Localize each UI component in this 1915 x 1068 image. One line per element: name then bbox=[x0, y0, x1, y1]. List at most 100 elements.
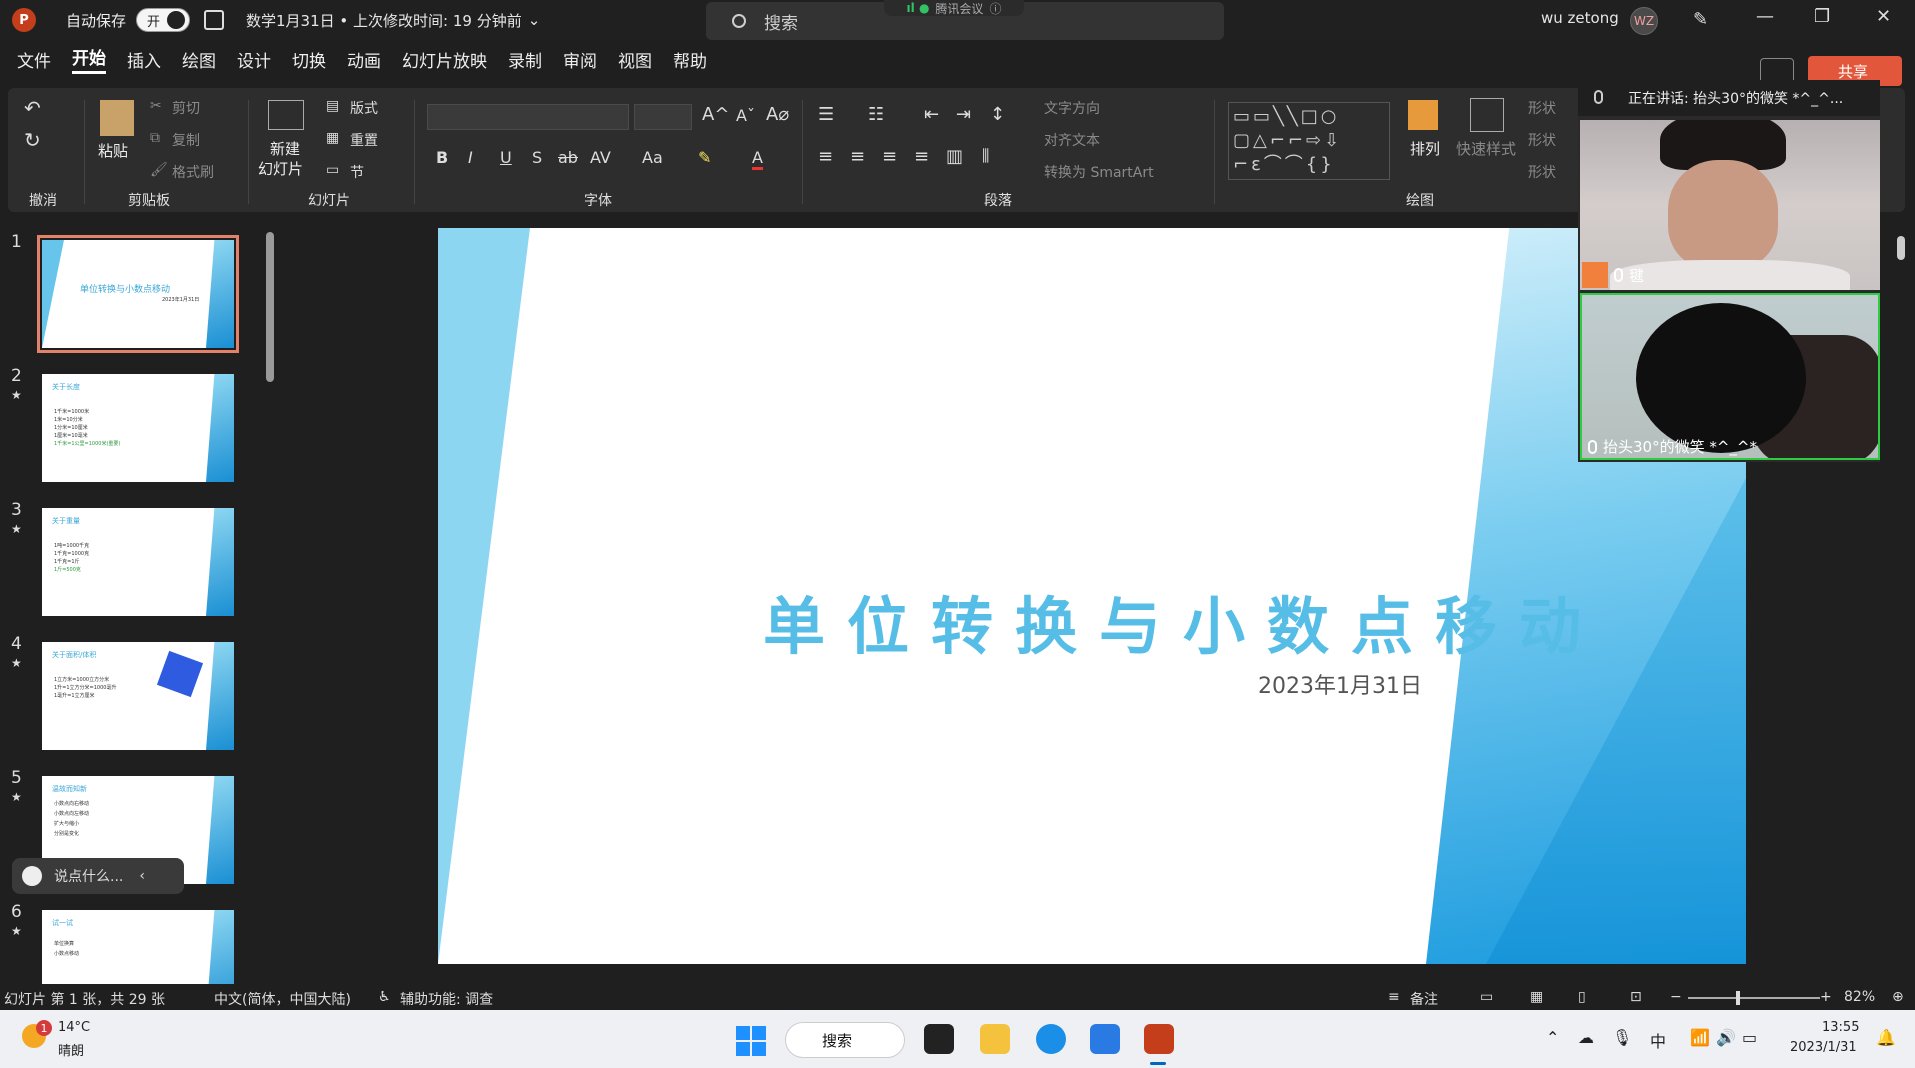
font-name-select[interactable] bbox=[427, 104, 629, 130]
zoom-slider[interactable] bbox=[1688, 997, 1820, 999]
columns-icon[interactable]: ⫼ bbox=[982, 146, 989, 166]
volume-icon[interactable]: 🔊 bbox=[1716, 1028, 1736, 1047]
menu-transitions[interactable]: 切换 bbox=[292, 47, 326, 72]
section-button[interactable]: 节 bbox=[350, 162, 364, 182]
numbering-icon[interactable]: ☷ bbox=[868, 104, 884, 125]
shapes-gallery[interactable]: ▭▭╲╲□○ ▢△⌐⌐⇨⇩ ⌐ɛ⌒⌒{} bbox=[1228, 102, 1390, 180]
restore-icon[interactable]: ❐ bbox=[1814, 6, 1830, 27]
video-tile-2[interactable] bbox=[1580, 293, 1880, 460]
new-slide-label-2[interactable]: 幻灯片 bbox=[258, 158, 303, 179]
paste-button[interactable]: 粘贴 bbox=[98, 140, 128, 161]
shape-outline-button[interactable]: 形状 bbox=[1528, 130, 1556, 150]
slide-title[interactable]: 单位转换与小数点移动 bbox=[678, 576, 1688, 666]
align-text-button[interactable]: 对齐文本 bbox=[1044, 130, 1100, 150]
shape-effects-button[interactable]: 形状 bbox=[1528, 162, 1556, 182]
clear-format-icon[interactable]: A⌀ bbox=[766, 104, 789, 125]
file-explorer-icon[interactable] bbox=[980, 1024, 1010, 1054]
underline-icon[interactable]: U bbox=[500, 148, 512, 167]
arrange-button[interactable]: 排列 bbox=[1410, 138, 1440, 159]
shrink-font-icon[interactable]: Aˇ bbox=[736, 106, 755, 125]
new-slide-label-1[interactable]: 新建 bbox=[270, 138, 300, 159]
chat-input[interactable]: 说点什么... ‹ bbox=[12, 858, 184, 894]
tencent-meeting-icon[interactable] bbox=[1090, 1024, 1120, 1054]
bold-icon[interactable]: B bbox=[436, 148, 448, 167]
ime-indicator[interactable]: 中 bbox=[1650, 1028, 1666, 1052]
menu-view[interactable]: 视图 bbox=[618, 47, 652, 72]
taskbar-search[interactable]: 搜索 bbox=[785, 1022, 905, 1058]
slide-thumbnail-4[interactable]: 关于面积/体积 1立方米=1000立方分米 1升=1立方分米=1000毫升 1毫… bbox=[42, 642, 234, 750]
cloud-icon[interactable]: ☁ bbox=[1578, 1028, 1594, 1047]
current-slide[interactable]: 单位转换与小数点移动 2023年1月31日 bbox=[438, 228, 1746, 964]
user-name[interactable]: wu zetong bbox=[1541, 9, 1619, 27]
arrange-icon[interactable] bbox=[1408, 100, 1438, 130]
slideshow-icon[interactable]: ⊡ bbox=[1630, 989, 1642, 1005]
cut-button[interactable]: 剪切 bbox=[172, 98, 200, 118]
fit-slide-icon[interactable]: ⊕ bbox=[1892, 989, 1904, 1005]
align-center-icon[interactable]: ≡ bbox=[850, 146, 865, 167]
edge-browser-icon[interactable] bbox=[1036, 1024, 1066, 1054]
weather-text[interactable]: 晴朗 bbox=[58, 1040, 84, 1059]
temperature[interactable]: 14°C bbox=[58, 1020, 90, 1035]
italic-icon[interactable]: I bbox=[468, 148, 473, 167]
line-spacing-icon[interactable]: ↕ bbox=[990, 104, 1005, 125]
reading-view-icon[interactable]: ▯ bbox=[1578, 989, 1586, 1005]
close-icon[interactable]: ✕ bbox=[1876, 6, 1891, 27]
emoji-icon[interactable] bbox=[22, 866, 42, 886]
scrollbar-thumb[interactable] bbox=[266, 232, 274, 382]
minimize-icon[interactable]: — bbox=[1756, 6, 1774, 27]
zoom-slider-thumb[interactable] bbox=[1736, 991, 1740, 1005]
menu-help[interactable]: 帮助 bbox=[673, 47, 707, 72]
menu-animations[interactable]: 动画 bbox=[347, 47, 381, 72]
canvas-scrollbar[interactable] bbox=[1896, 222, 1906, 982]
bullets-icon[interactable]: ☰ bbox=[818, 104, 834, 125]
increase-indent-icon[interactable]: ⇥ bbox=[956, 104, 971, 125]
accessibility-status[interactable]: 辅助功能: 调查 bbox=[400, 989, 493, 1009]
zoom-level[interactable]: 82% bbox=[1844, 989, 1875, 1005]
quick-styles-icon[interactable] bbox=[1470, 98, 1504, 132]
clock-date[interactable]: 2023/1/31 bbox=[1790, 1040, 1857, 1055]
redo-icon[interactable]: ↻ bbox=[24, 128, 41, 152]
copy-button[interactable]: 复制 bbox=[172, 130, 200, 150]
quick-styles-button[interactable]: 快速样式 bbox=[1456, 138, 1516, 159]
menu-design[interactable]: 设计 bbox=[237, 47, 271, 72]
task-view-icon[interactable] bbox=[924, 1024, 954, 1054]
pen-icon[interactable]: ✎ bbox=[1693, 9, 1708, 30]
save-icon[interactable] bbox=[204, 10, 225, 30]
reset-button[interactable]: 重置 bbox=[350, 130, 378, 150]
new-slide-icon[interactable] bbox=[268, 100, 304, 130]
convert-smartart-button[interactable]: 转换为 SmartArt bbox=[1044, 162, 1154, 182]
justify-icon[interactable]: ≡ bbox=[914, 146, 929, 167]
info-icon[interactable]: ⓘ bbox=[989, 0, 1001, 17]
notes-button[interactable]: 备注 bbox=[1410, 989, 1438, 1009]
menu-home[interactable]: 开始 bbox=[72, 44, 106, 74]
distributed-icon[interactable]: ▥ bbox=[946, 146, 963, 167]
battery-icon[interactable]: ▭ bbox=[1742, 1028, 1757, 1047]
chevron-up-icon[interactable]: ⌃ bbox=[1546, 1028, 1559, 1047]
font-size-select[interactable] bbox=[634, 104, 692, 130]
shadow-icon[interactable]: S bbox=[532, 148, 542, 167]
grow-font-icon[interactable]: A^ bbox=[702, 104, 729, 125]
chevron-down-icon[interactable]: ⌄ bbox=[528, 11, 541, 29]
shape-fill-button[interactable]: 形状 bbox=[1528, 98, 1556, 118]
menu-slideshow[interactable]: 幻灯片放映 bbox=[402, 47, 487, 72]
slide-thumbnail-3[interactable]: 关于重量 1吨=1000千克 1千克=1000克 1千克=1斤 1斤=500克 bbox=[42, 508, 234, 616]
slide-subtitle[interactable]: 2023年1月31日 bbox=[1258, 668, 1422, 700]
format-painter-button[interactable]: 格式刷 bbox=[172, 162, 214, 182]
change-case-icon[interactable]: Aa bbox=[642, 148, 663, 167]
layout-button[interactable]: 版式 bbox=[350, 98, 378, 118]
menu-review[interactable]: 审阅 bbox=[563, 47, 597, 72]
decrease-indent-icon[interactable]: ⇤ bbox=[924, 104, 939, 125]
slide-sorter-icon[interactable]: ▦ bbox=[1530, 989, 1543, 1005]
windows-start-icon[interactable] bbox=[736, 1026, 766, 1056]
strikethrough-icon[interactable]: ab bbox=[558, 148, 578, 167]
slide-thumbnail-2[interactable]: 关于长度 1千米=1000米 1米=10分米 1分米=10厘米 1厘米=10毫米… bbox=[42, 374, 234, 482]
notification-icon[interactable]: 🔔 bbox=[1876, 1028, 1896, 1047]
undo-icon[interactable]: ↶ bbox=[24, 96, 41, 120]
highlight-icon[interactable]: ✎ bbox=[698, 148, 711, 167]
menu-draw[interactable]: 绘图 bbox=[182, 47, 216, 72]
slide-thumbnail-6[interactable]: 试一试 单位换算 小数点移动 bbox=[42, 910, 234, 984]
language-indicator[interactable]: 中文(简体，中国大陆) bbox=[214, 989, 351, 1009]
zoom-out-icon[interactable]: − bbox=[1670, 989, 1682, 1005]
wifi-icon[interactable]: 📶 bbox=[1690, 1028, 1710, 1047]
zoom-in-icon[interactable]: + bbox=[1820, 989, 1832, 1005]
